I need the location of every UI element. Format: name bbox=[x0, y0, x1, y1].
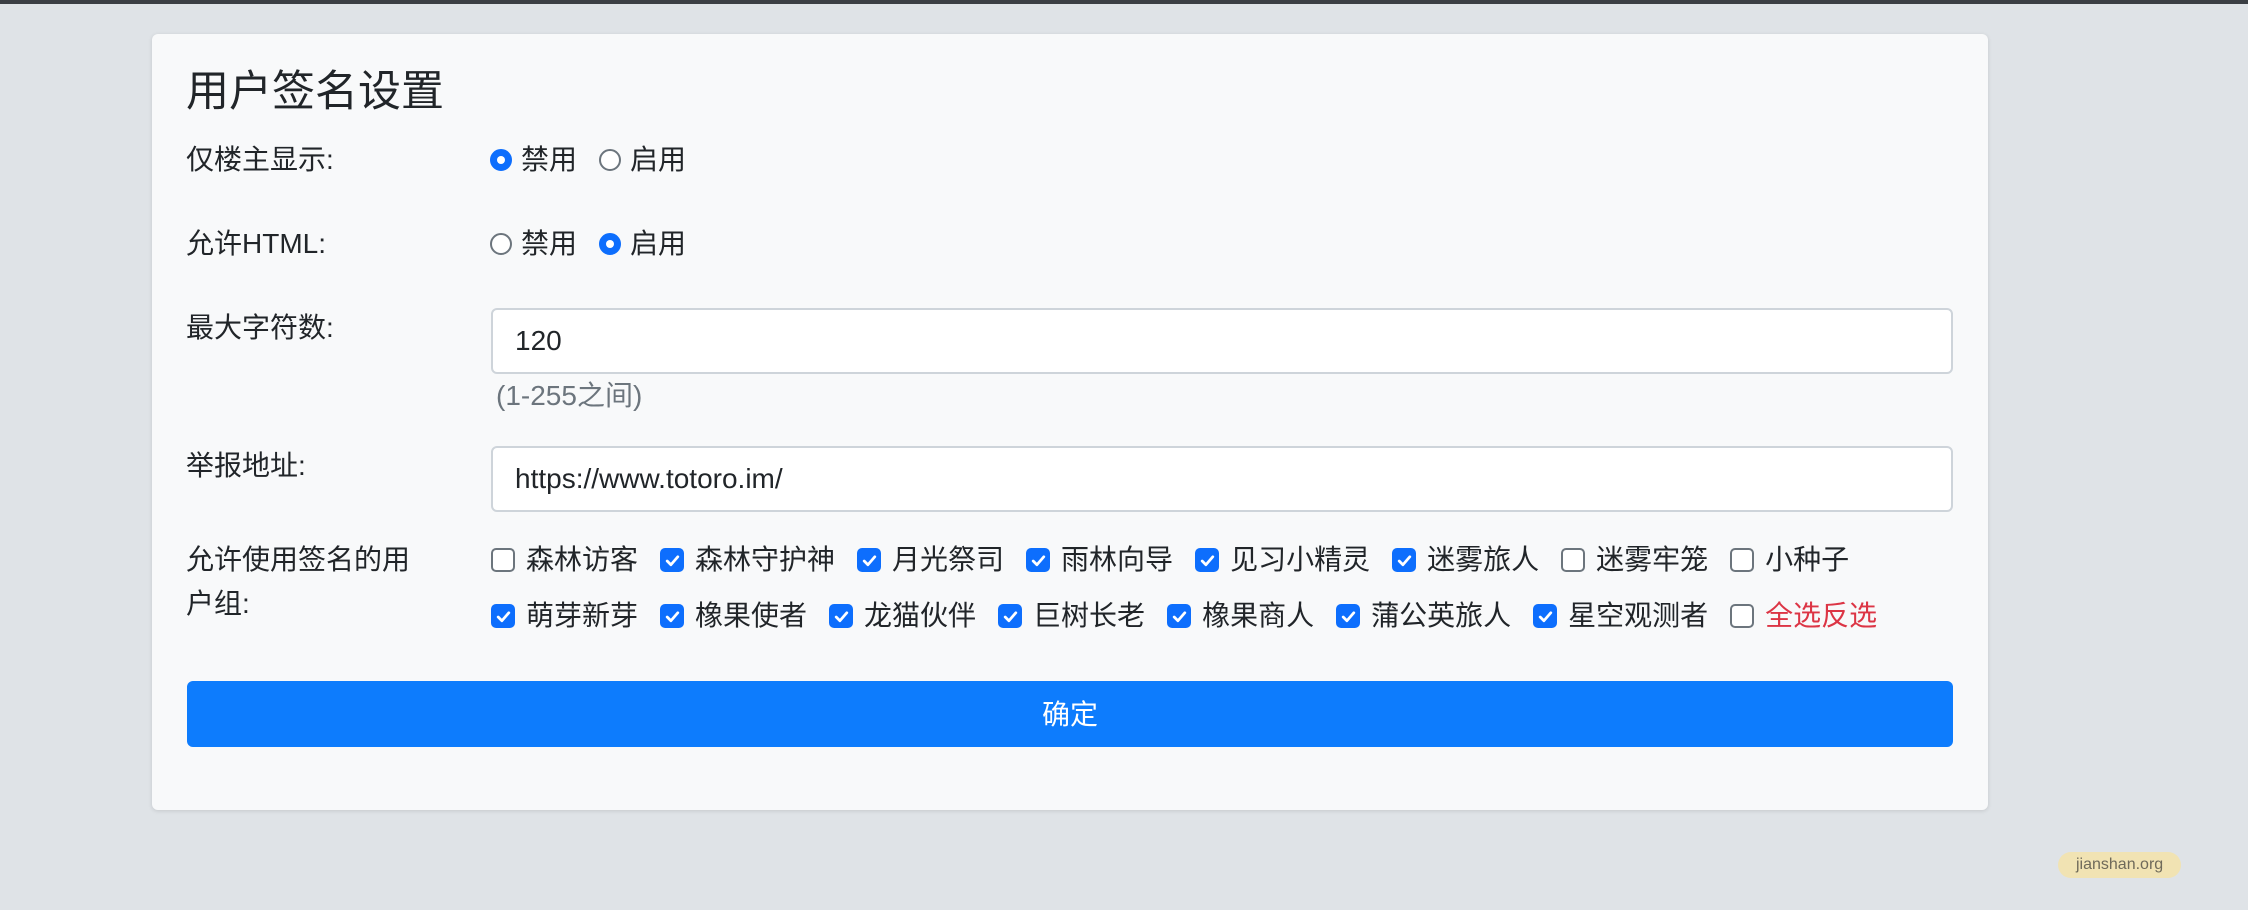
check-icon bbox=[1172, 610, 1186, 622]
max-chars-hint: (1-255之间) bbox=[496, 380, 643, 411]
report-url-label: 举报地址: bbox=[186, 450, 306, 481]
checkbox-label: 巨树长老 bbox=[1033, 600, 1146, 631]
owner-only-disable-radio[interactable]: 禁用 bbox=[490, 140, 577, 180]
checkbox-label: 星空观测者 bbox=[1568, 600, 1709, 631]
check-icon bbox=[862, 554, 876, 566]
checkbox-label: 迷雾旅人 bbox=[1427, 544, 1540, 575]
checkbox[interactable] bbox=[1026, 548, 1051, 572]
user-groups-row-1: 森林访客 森林守护神 月光祭司 雨林向导 见习小精灵 迷雾旅人 迷雾牢笼 小种子 bbox=[491, 540, 1961, 580]
allow-html-label: 允许HTML: bbox=[186, 228, 327, 259]
owner-only-radio-group: 禁用 启用 bbox=[490, 140, 708, 180]
checkbox-label: 迷雾牢笼 bbox=[1596, 544, 1709, 575]
check-icon bbox=[665, 554, 679, 566]
checkbox-label: 橡果使者 bbox=[695, 600, 808, 631]
checkbox[interactable] bbox=[857, 548, 882, 572]
checkbox[interactable] bbox=[1392, 548, 1417, 572]
group-checkbox-sprout[interactable]: 萌芽新芽 bbox=[491, 596, 638, 636]
group-checkbox-forest-guardian[interactable]: 森林守护神 bbox=[660, 540, 835, 580]
radio-label: 禁用 bbox=[521, 144, 578, 175]
checkbox-label: 萌芽新芽 bbox=[526, 600, 639, 631]
check-icon bbox=[1341, 610, 1355, 622]
group-checkbox-acorn-envoy[interactable]: 橡果使者 bbox=[660, 596, 807, 636]
checkbox[interactable] bbox=[1561, 548, 1586, 572]
user-groups-checkbox-grid: 森林访客 森林守护神 月光祭司 雨林向导 见习小精灵 迷雾旅人 迷雾牢笼 小种子… bbox=[491, 540, 1961, 652]
checkbox-label: 龙猫伙伴 bbox=[864, 600, 977, 631]
group-checkbox-stargazer[interactable]: 星空观测者 bbox=[1533, 596, 1708, 636]
checkbox-label: 森林访客 bbox=[526, 544, 639, 575]
group-checkbox-mist-traveler[interactable]: 迷雾旅人 bbox=[1392, 540, 1539, 580]
owner-only-enable-radio[interactable]: 启用 bbox=[599, 140, 686, 180]
radio-button[interactable] bbox=[599, 233, 622, 255]
allow-html-disable-radio[interactable]: 禁用 bbox=[490, 224, 577, 264]
owner-only-label: 仅楼主显示: bbox=[186, 144, 334, 175]
checkbox-label: 森林守护神 bbox=[695, 544, 836, 575]
watermark: jianshan.org bbox=[2058, 852, 2182, 878]
checkbox[interactable] bbox=[491, 604, 515, 628]
checkbox[interactable] bbox=[1730, 604, 1755, 628]
select-all-toggle-checkbox[interactable]: 全选反选 bbox=[1730, 596, 1877, 636]
group-checkbox-dandelion-traveler[interactable]: 蒲公英旅人 bbox=[1336, 596, 1511, 636]
checkbox[interactable] bbox=[998, 604, 1023, 628]
page-title: 用户签名设置 bbox=[186, 68, 444, 116]
group-checkbox-apprentice-sprite[interactable]: 见习小精灵 bbox=[1195, 540, 1370, 580]
check-icon bbox=[665, 610, 679, 622]
radio-button[interactable] bbox=[599, 149, 622, 171]
checkbox[interactable] bbox=[1533, 604, 1558, 628]
check-icon bbox=[1031, 554, 1045, 566]
group-checkbox-forest-visitor[interactable]: 森林访客 bbox=[491, 540, 638, 580]
checkbox[interactable] bbox=[1167, 604, 1192, 628]
checkbox[interactable] bbox=[491, 548, 515, 572]
check-icon bbox=[496, 610, 510, 622]
check-icon bbox=[1200, 554, 1214, 566]
checkbox-label: 见习小精灵 bbox=[1230, 544, 1371, 575]
radio-label: 启用 bbox=[630, 228, 687, 259]
checkbox[interactable] bbox=[1195, 548, 1220, 572]
select-all-toggle-label: 全选反选 bbox=[1765, 600, 1878, 631]
max-chars-label: 最大字符数: bbox=[186, 312, 334, 343]
allow-html-enable-radio[interactable]: 启用 bbox=[599, 224, 686, 264]
allow-html-radio-group: 禁用 启用 bbox=[490, 224, 708, 264]
radio-button[interactable] bbox=[490, 149, 512, 171]
checkbox[interactable] bbox=[829, 604, 854, 628]
report-url-input[interactable] bbox=[491, 446, 1953, 512]
check-icon bbox=[1003, 610, 1017, 622]
group-checkbox-acorn-merchant[interactable]: 橡果商人 bbox=[1167, 596, 1314, 636]
checkbox[interactable] bbox=[660, 548, 685, 572]
check-icon bbox=[1538, 610, 1552, 622]
checkbox-label: 蒲公英旅人 bbox=[1371, 600, 1512, 631]
confirm-button[interactable]: 确定 bbox=[187, 681, 1953, 747]
checkbox-label: 橡果商人 bbox=[1202, 600, 1315, 631]
user-groups-label-line1: 允许使用签名的用 bbox=[186, 544, 411, 575]
group-checkbox-totoro-companion[interactable]: 龙猫伙伴 bbox=[829, 596, 976, 636]
user-groups-label-line2: 户组: bbox=[186, 588, 250, 619]
radio-label: 禁用 bbox=[521, 228, 578, 259]
group-checkbox-moonlight-priest[interactable]: 月光祭司 bbox=[857, 540, 1004, 580]
user-groups-row-2: 萌芽新芽 橡果使者 龙猫伙伴 巨树长老 橡果商人 蒲公英旅人 星空观测者 全选反… bbox=[491, 596, 1961, 636]
check-icon bbox=[834, 610, 848, 622]
group-checkbox-rainforest-guide[interactable]: 雨林向导 bbox=[1026, 540, 1173, 580]
top-bar bbox=[0, 0, 2248, 4]
user-groups-label: 允许使用签名的用 户组: bbox=[186, 538, 410, 626]
group-checkbox-mist-cage[interactable]: 迷雾牢笼 bbox=[1561, 540, 1708, 580]
radio-label: 启用 bbox=[630, 144, 687, 175]
group-checkbox-little-seed[interactable]: 小种子 bbox=[1730, 540, 1849, 580]
group-checkbox-great-tree-elder[interactable]: 巨树长老 bbox=[998, 596, 1145, 636]
checkbox-label: 雨林向导 bbox=[1061, 544, 1174, 575]
check-icon bbox=[1397, 554, 1411, 566]
checkbox-label: 月光祭司 bbox=[892, 544, 1005, 575]
checkbox[interactable] bbox=[660, 604, 685, 628]
checkbox[interactable] bbox=[1730, 548, 1755, 572]
checkbox[interactable] bbox=[1336, 604, 1361, 628]
checkbox-label: 小种子 bbox=[1765, 544, 1850, 575]
max-chars-input[interactable] bbox=[491, 308, 1953, 374]
radio-button[interactable] bbox=[490, 233, 512, 255]
